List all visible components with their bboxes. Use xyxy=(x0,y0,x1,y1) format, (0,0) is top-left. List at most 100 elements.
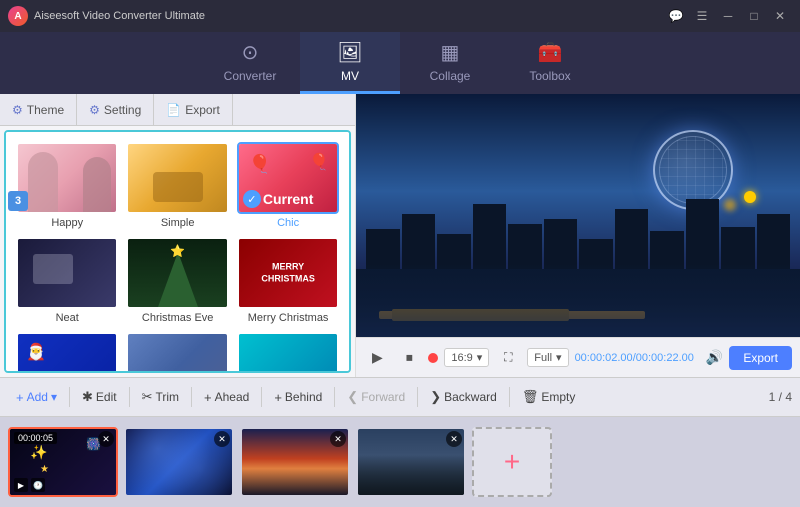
maximize-btn[interactable]: □ xyxy=(742,6,766,26)
clip1-duration: 00:00:05 xyxy=(14,432,57,444)
backward-icon: ❯ xyxy=(430,389,441,405)
theme-snowy-night[interactable]: 👵 Snowy Night xyxy=(126,332,228,373)
stop-button[interactable]: ⏹ xyxy=(396,345,422,371)
content-area: 3 ⚙ Theme ⚙ Setting 📄 Export xyxy=(0,94,800,377)
export-tab-icon: 📄 xyxy=(166,103,181,117)
play-button[interactable]: ▶ xyxy=(364,345,390,371)
player-controls: ▶ ⏹ 16:9 ▾ ⛶ Full ▾ 00:00:02.00/00:00:22… xyxy=(356,337,800,377)
theme-christmas-eve[interactable]: ⭐ Christmas Eve xyxy=(126,237,228,324)
timeline-item-2[interactable]: ✕ xyxy=(124,427,234,497)
theme-christmas-eve-thumb: ⭐ xyxy=(126,237,228,309)
page-indicator: 1 / 4 xyxy=(769,390,792,404)
title-bar: A Aiseesoft Video Converter Ultimate 💬 ☰… xyxy=(0,0,800,32)
building-1 xyxy=(366,229,399,269)
theme-neat-thumb xyxy=(16,237,118,309)
empty-icon: 🗑 xyxy=(522,389,539,405)
nav-collage[interactable]: ▦ Collage xyxy=(400,32,500,94)
theme-neat[interactable]: Neat xyxy=(16,237,118,324)
building-8 xyxy=(615,209,648,269)
clip1-close[interactable]: ✕ xyxy=(98,431,114,447)
add-button[interactable]: + Add ▾ xyxy=(8,386,65,409)
clip2-close[interactable]: ✕ xyxy=(214,431,230,447)
tab-setting[interactable]: ⚙ Setting xyxy=(77,94,154,125)
window-controls: 💬 ☰ ─ □ ✕ xyxy=(664,6,792,26)
add-icon: + xyxy=(16,390,24,405)
ratio-select[interactable]: 16:9 ▾ xyxy=(444,348,489,367)
clip1-play-icon[interactable]: ▶ xyxy=(14,478,28,492)
minimize-btn[interactable]: ─ xyxy=(716,6,740,26)
theme-simple-label: Simple xyxy=(161,217,195,229)
theme-chic-thumb: 🎈 🎈 Current ✓ xyxy=(237,142,339,214)
display-value: Full xyxy=(534,352,552,364)
tab-theme[interactable]: ⚙ Theme xyxy=(0,94,77,125)
nav-collage-label: Collage xyxy=(430,69,471,83)
tab-export[interactable]: 📄 Export xyxy=(154,94,233,125)
building-12 xyxy=(757,214,790,269)
add-clip-icon: + xyxy=(504,446,520,478)
ahead-button[interactable]: + Ahead xyxy=(196,386,257,409)
add-dropdown-icon: ▾ xyxy=(51,390,57,404)
theme-merry-christmas[interactable]: MERRYCHRISTMAS Merry Christmas xyxy=(237,237,339,324)
theme-santa-claus-thumb: 🎅 xyxy=(16,332,118,373)
nav-converter[interactable]: ⊙ Converter xyxy=(200,32,300,94)
fullscreen-button[interactable]: ⛶ xyxy=(495,345,521,371)
theme-happy-label: Happy xyxy=(51,217,83,229)
theme-chic-label: Chic xyxy=(277,217,299,229)
sep-2 xyxy=(129,387,130,407)
time-display: 00:00:02.00/00:00:22.00 xyxy=(575,352,694,364)
display-dropdown-icon: ▾ xyxy=(556,351,562,364)
setting-tab-icon: ⚙ xyxy=(89,103,100,117)
theme-merry-christmas-label: Merry Christmas xyxy=(248,312,329,324)
theme-santa-claus[interactable]: 🎅 Santa Claus xyxy=(16,332,118,373)
menu-btn[interactable]: ☰ xyxy=(690,6,714,26)
app-title: Aiseesoft Video Converter Ultimate xyxy=(34,10,658,22)
nav-toolbox[interactable]: 🧰 Toolbox xyxy=(500,32,600,94)
timeline: ✨ 🎆 ★ 00:00:05 ✕ ▶ 🕐 ✕ ✕ ✕ + xyxy=(0,417,800,507)
bottom-toolbar: + Add ▾ ✱ Edit ✂ Trim + Ahead + Behind ❮… xyxy=(0,377,800,417)
tab-setting-label: Setting xyxy=(104,103,141,117)
theme-christmas-eve-label: Christmas Eve xyxy=(142,312,214,324)
mv-icon: 🖼 xyxy=(337,40,362,65)
theme-count-badge: 3 xyxy=(8,191,28,211)
timeline-item-1[interactable]: ✨ 🎆 ★ 00:00:05 ✕ ▶ 🕐 xyxy=(8,427,118,497)
trim-button[interactable]: ✂ Trim xyxy=(134,385,187,409)
theme-merry-christmas-thumb: MERRYCHRISTMAS xyxy=(237,237,339,309)
theme-simple-thumb xyxy=(126,142,228,214)
building-2 xyxy=(402,214,435,269)
timeline-add-button[interactable]: + xyxy=(472,427,552,497)
theme-chic[interactable]: 🎈 🎈 Current ✓ Chic xyxy=(237,142,339,229)
backward-button[interactable]: ❯ Backward xyxy=(422,385,505,409)
timeline-item-3[interactable]: ✕ xyxy=(240,427,350,497)
empty-button[interactable]: 🗑 Empty xyxy=(514,385,584,409)
chat-btn[interactable]: 💬 xyxy=(664,6,688,26)
left-panel: 3 ⚙ Theme ⚙ Setting 📄 Export xyxy=(0,94,356,377)
clip1-clock-icon: 🕐 xyxy=(31,478,45,492)
timeline-item-4[interactable]: ✕ xyxy=(356,427,466,497)
volume-icon[interactable]: 🔊 xyxy=(706,349,723,366)
theme-grid: Happy Simple 🎈 🎈 Current xyxy=(4,130,351,373)
theme-snowy-night-thumb: 👵 xyxy=(126,332,228,373)
right-panel: ▶ ⏹ 16:9 ▾ ⛶ Full ▾ 00:00:02.00/00:00:22… xyxy=(356,94,800,377)
theme-simple[interactable]: Simple xyxy=(126,142,228,229)
tab-export-label: Export xyxy=(185,103,220,117)
sep-6 xyxy=(417,387,418,407)
display-select[interactable]: Full ▾ xyxy=(527,348,568,367)
theme-stripes-waves-thumb: 🧍 xyxy=(237,332,339,373)
close-btn[interactable]: ✕ xyxy=(768,6,792,26)
video-buildings xyxy=(356,199,800,269)
ratio-dropdown-icon: ▾ xyxy=(477,351,483,364)
forward-button[interactable]: ❮ Forward xyxy=(339,385,413,409)
ratio-value: 16:9 xyxy=(451,352,472,364)
theme-neat-label: Neat xyxy=(56,312,79,324)
clip3-close[interactable]: ✕ xyxy=(330,431,346,447)
clip4-close[interactable]: ✕ xyxy=(446,431,462,447)
edit-button[interactable]: ✱ Edit xyxy=(74,385,125,409)
app-logo: A xyxy=(8,6,28,26)
export-button[interactable]: Export xyxy=(729,346,792,370)
nav-toolbox-label: Toolbox xyxy=(529,69,570,83)
theme-happy[interactable]: Happy xyxy=(16,142,118,229)
record-indicator xyxy=(428,353,438,363)
theme-stripes-waves[interactable]: 🧍 Stripes & Waves xyxy=(237,332,339,373)
nav-mv[interactable]: 🖼 MV xyxy=(300,32,400,94)
behind-button[interactable]: + Behind xyxy=(266,386,330,409)
